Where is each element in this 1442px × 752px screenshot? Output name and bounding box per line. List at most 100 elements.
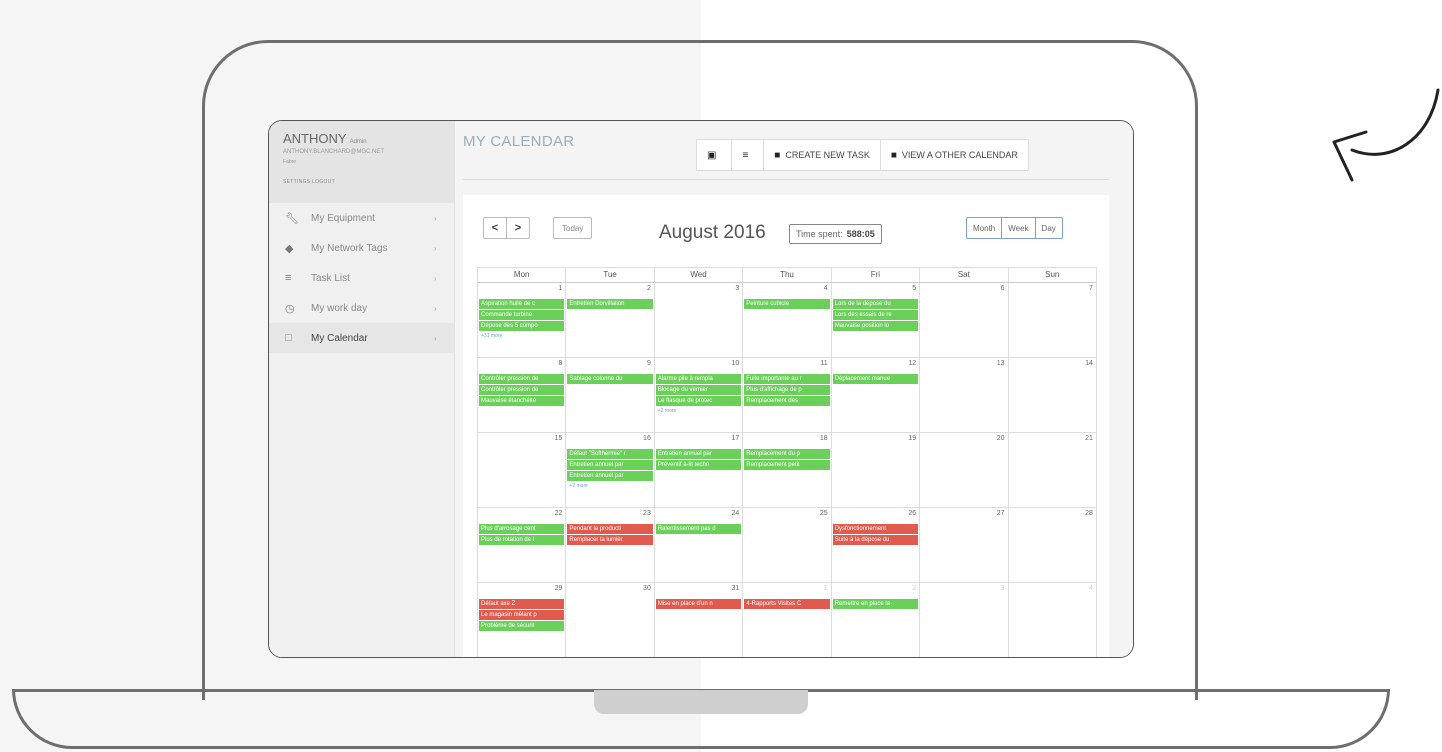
calendar-event[interactable]: Blocage du vernier bbox=[655, 385, 742, 395]
calendar-day-cell[interactable]: 30 bbox=[566, 583, 655, 657]
calendar-day-cell[interactable]: 10 Alarme pile à rempla Blocage du vernier… bbox=[655, 358, 744, 432]
calendar-day-cell[interactable]: 24 Ralentissement pas d bbox=[655, 508, 744, 582]
day-number: 9 bbox=[646, 360, 651, 367]
calendar-day-cell[interactable]: 31 Mise en place d'un n bbox=[655, 583, 744, 657]
calendar-event[interactable]: Plus de rotation de l bbox=[479, 535, 565, 545]
calendar-day-cell[interactable]: 11 Fuite importante au r Plus d'affichage … bbox=[743, 358, 832, 432]
calendar-day-cell[interactable]: 6 bbox=[920, 283, 1009, 357]
calendar-day-cell[interactable]: 1 Aspiration huile de c Commande turbine Dé… bbox=[478, 283, 567, 357]
calendar-event[interactable]: Défaut "Softhermie" r bbox=[567, 449, 653, 459]
calendar-day-cell[interactable]: 16 Défaut "Softhermie" r Entretien annuel … bbox=[566, 433, 655, 507]
calendar-event[interactable]: Remplacer la lumièr bbox=[567, 535, 653, 545]
calendar-event[interactable]: Le magasin mêlant p bbox=[479, 610, 565, 620]
more-events-link[interactable]: +2 more bbox=[567, 482, 652, 490]
calendar-event[interactable]: Commande turbine bbox=[479, 310, 565, 320]
calendar-event[interactable]: Entretien Dorvillalion bbox=[567, 299, 653, 309]
calendar-event[interactable]: Lors de la dépose du bbox=[832, 299, 919, 309]
calendar-day-cell[interactable]: 4 bbox=[1009, 583, 1096, 657]
today-button[interactable]: Today bbox=[553, 217, 593, 239]
calendar-day-cell[interactable]: 4 Peinture cubicle bbox=[743, 283, 832, 357]
calendar-event[interactable]: Préventif à-lit techn bbox=[655, 460, 742, 470]
calendar-event[interactable]: 4-Rapports Visites C bbox=[744, 599, 830, 609]
calendar-day-cell[interactable]: 7 bbox=[1009, 283, 1096, 357]
calendar-event[interactable]: Entretien annuel par bbox=[655, 449, 742, 459]
calendar-event[interactable]: Remplacement petit bbox=[744, 460, 830, 470]
calendar-event[interactable]: Fuite importante au r bbox=[744, 374, 830, 384]
calendar-event[interactable]: Dysfonctionnement bbox=[832, 524, 919, 534]
calendar-event[interactable]: Déplacement manue bbox=[832, 374, 919, 384]
sidebar-item-work-day[interactable]: ◷ My work day › bbox=[269, 293, 454, 323]
calendar-day-cell[interactable]: 3 bbox=[655, 283, 744, 357]
calendar-day-cell[interactable]: 9 Sablage colonne du bbox=[566, 358, 655, 432]
week-view-button[interactable]: Week bbox=[1001, 218, 1034, 238]
calendar-event[interactable]: Entretien annuel par bbox=[567, 460, 653, 470]
list-view-button[interactable]: ≡ bbox=[732, 140, 765, 170]
calendar-event[interactable]: Mauvaise position lo bbox=[832, 321, 919, 331]
day-view-button[interactable]: Day bbox=[1034, 218, 1062, 238]
sidebar-item-network-tags[interactable]: ◆ My Network Tags › bbox=[269, 233, 454, 263]
calendar-day-cell[interactable]: 22 Plus d'arrosage cent Plus de rotation d… bbox=[478, 508, 567, 582]
view-other-calendar-button[interactable]: ■ VIEW A OTHER CALENDAR bbox=[881, 140, 1028, 170]
calendar-event[interactable]: Lors des essais de re bbox=[832, 310, 919, 320]
calendar-day-cell[interactable]: 19 bbox=[832, 433, 921, 507]
calendar-day-cell[interactable]: 3 bbox=[920, 583, 1009, 657]
calendar-event[interactable]: Remplacement du p bbox=[744, 449, 830, 459]
sidebar-item-equipment[interactable]: 🔧︎ My Equipment › bbox=[269, 203, 454, 233]
calendar-event[interactable]: Mise en place d'un n bbox=[655, 599, 742, 609]
calendar-day-cell[interactable]: 5 Lors de la dépose du Lors des essais de … bbox=[832, 283, 921, 357]
sidebar-item-calendar[interactable]: □ My Calendar › bbox=[269, 323, 454, 353]
calendar-day-cell[interactable]: 8 Contrôler pression de Contrôler pression… bbox=[478, 358, 567, 432]
calendar-event[interactable]: Plus d'affichage de p bbox=[744, 385, 830, 395]
calendar-day-cell[interactable]: 28 bbox=[1009, 508, 1096, 582]
calendar-day-cell[interactable]: 29 Défaut axe Z Le magasin mêlant p Problèm… bbox=[478, 583, 567, 657]
create-task-button[interactable]: ■ CREATE NEW TASK bbox=[764, 140, 881, 170]
calendar-day-cell[interactable]: 13 bbox=[920, 358, 1009, 432]
calendar-event[interactable]: Sablage colonne du bbox=[567, 374, 653, 384]
calendar-day-cell[interactable]: 21 bbox=[1009, 433, 1096, 507]
calendar-day-cell[interactable]: 18 Remplacement du p Remplacement petit bbox=[743, 433, 832, 507]
day-number: 1 bbox=[823, 585, 828, 592]
calendar-view-button[interactable]: ▣ bbox=[697, 140, 733, 170]
calendar-day-cell[interactable]: 23 Pendant la producti Remplacer la lumièr bbox=[566, 508, 655, 582]
user-name: ANTHONY bbox=[283, 131, 347, 146]
calendar-event[interactable]: Problème de sécurit bbox=[479, 621, 565, 631]
calendar-event[interactable]: Suite à la dépose du bbox=[832, 535, 919, 545]
more-events-link[interactable]: +31 more bbox=[479, 332, 564, 340]
calendar-event[interactable]: Remplacement des bbox=[744, 396, 830, 406]
next-month-button[interactable]: > bbox=[506, 218, 529, 238]
calendar-event[interactable]: Entretien annuel par bbox=[567, 471, 653, 481]
calendar-event[interactable]: Aspiration huile de c bbox=[479, 299, 565, 309]
calendar-day-cell[interactable]: 14 bbox=[1009, 358, 1096, 432]
settings-logout-links[interactable]: SETTINGS LOGOUT bbox=[283, 179, 335, 185]
calendar-day-cell[interactable]: 27 bbox=[920, 508, 1009, 582]
calendar-day-cell[interactable]: 1 4-Rapports Visites C bbox=[743, 583, 832, 657]
calendar-week: 22 Plus d'arrosage cent Plus de rotation d… bbox=[477, 508, 1097, 583]
calendar-day-cell[interactable]: 2 Remettre en place la bbox=[832, 583, 921, 657]
calendar-event[interactable]: Contrôler pression de bbox=[479, 374, 565, 384]
calendar-event[interactable]: Peinture cubicle bbox=[744, 299, 830, 309]
calendar-day-cell[interactable]: 26 Dysfonctionnement Suite à la dépose du bbox=[832, 508, 921, 582]
more-events-link[interactable]: +2 more bbox=[656, 407, 741, 415]
calendar-event[interactable]: Dépose des 5 compo bbox=[479, 321, 565, 331]
calendar-day-cell[interactable]: 2 Entretien Dorvillalion bbox=[566, 283, 655, 357]
calendar-day-cell[interactable]: 25 bbox=[743, 508, 832, 582]
calendar-event[interactable]: Contrôler pression de bbox=[479, 385, 565, 395]
month-view-button[interactable]: Month bbox=[967, 218, 1001, 238]
calendar-event[interactable]: Mauvaise étanchéité bbox=[479, 396, 565, 406]
calendar-event[interactable]: Remettre en place la bbox=[832, 599, 919, 609]
calendar-event[interactable]: Plus d'arrosage cent bbox=[479, 524, 565, 534]
sidebar-item-task-list[interactable]: ≡ Task List › bbox=[269, 263, 454, 293]
calendar-event[interactable]: Défaut axe Z bbox=[479, 599, 565, 609]
calendar-day-cell[interactable]: 15 bbox=[478, 433, 567, 507]
calendar-event[interactable]: Le flasque de protec bbox=[655, 396, 742, 406]
page-title: MY CALENDAR bbox=[463, 133, 575, 150]
calendar-event[interactable]: Alarme pile à rempla bbox=[655, 374, 742, 384]
calendar-event[interactable]: Ralentissement pas d bbox=[655, 524, 742, 534]
event-list: Aspiration huile de c Commande turbine Dép… bbox=[479, 299, 565, 340]
day-headers: Mon Tue Wed Thu Fri Sat Sun bbox=[477, 267, 1097, 283]
calendar-day-cell[interactable]: 17 Entretien annuel par Préventif à-lit te… bbox=[655, 433, 744, 507]
calendar-day-cell[interactable]: 20 bbox=[920, 433, 1009, 507]
prev-month-button[interactable]: < bbox=[484, 218, 506, 238]
calendar-event[interactable]: Pendant la producti bbox=[567, 524, 653, 534]
calendar-day-cell[interactable]: 12 Déplacement manue bbox=[832, 358, 921, 432]
